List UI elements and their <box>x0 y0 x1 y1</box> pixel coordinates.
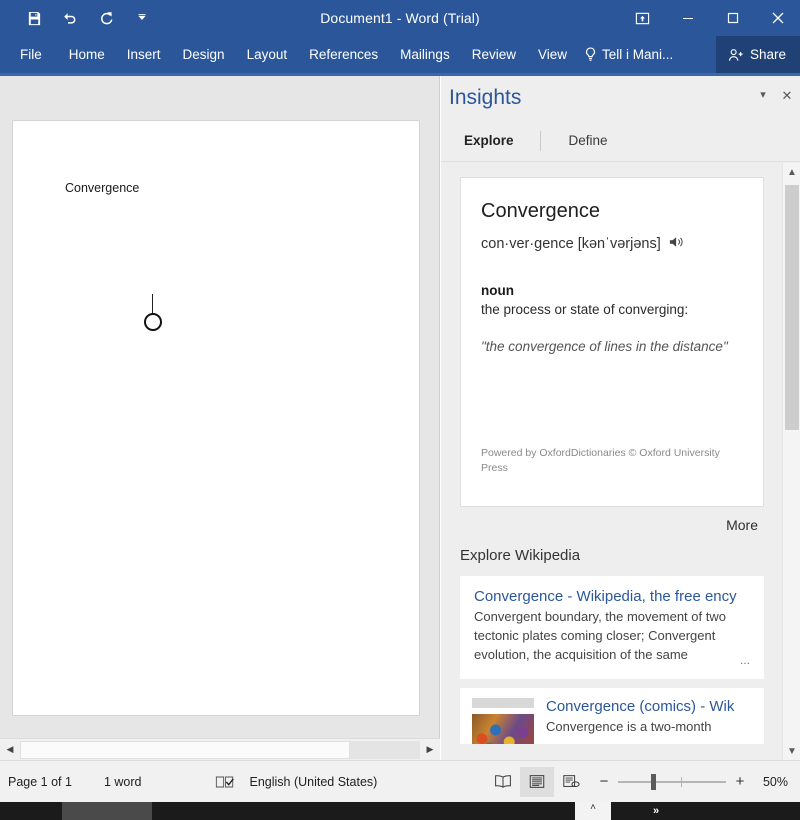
redo-icon[interactable] <box>88 3 124 33</box>
ribbon-tab-bar: File Home Insert Design Layout Reference… <box>0 36 800 73</box>
status-page-count[interactable]: Page 1 of 1 <box>0 775 72 789</box>
definition-pronunciation: con·ver·gence [kənˈvərjəns] <box>481 236 661 252</box>
insights-content: Convergence con·ver·gence [kənˈvərjəns] … <box>441 163 782 760</box>
wikipedia-result-snippet: Convergent boundary, the movement of two… <box>474 609 726 662</box>
zoom-control: − + 50% <box>588 773 800 790</box>
explore-wikipedia-heading: Explore Wikipedia <box>460 547 581 564</box>
scroll-up-icon[interactable]: ▲ <box>783 163 800 181</box>
insights-pane-controls: ▾ ✕ <box>756 88 794 104</box>
tab-layout[interactable]: Layout <box>236 36 299 73</box>
tab-separator <box>539 130 541 151</box>
pane-options-chevron-down-icon[interactable]: ▾ <box>756 88 770 104</box>
text-caret <box>152 294 153 314</box>
read-mode-icon[interactable] <box>486 767 520 797</box>
more-row: More <box>441 507 782 533</box>
wikipedia-thumbnail-image <box>472 713 534 744</box>
print-layout-icon[interactable] <box>520 766 554 797</box>
touch-selection-handle[interactable] <box>144 313 162 331</box>
close-icon[interactable] <box>755 0 800 36</box>
window-controls <box>620 0 800 36</box>
wikipedia-thumbnail-wrap <box>472 697 534 744</box>
tab-explore[interactable]: Explore <box>464 133 540 148</box>
taskbar-segment-mid <box>152 802 572 820</box>
title-bar: Document1 - Word (Trial) <box>0 0 800 36</box>
scroll-left-icon[interactable]: ◀ <box>0 740 20 760</box>
taskbar-active-app[interactable] <box>62 802 181 820</box>
taskbar-expand-button[interactable]: » <box>611 802 800 820</box>
maximize-icon[interactable] <box>710 0 755 36</box>
tell-me-label: Tell i Mani... <box>602 47 674 62</box>
zoom-slider-thumb[interactable] <box>651 773 656 790</box>
zoom-in-button[interactable]: + <box>734 773 746 790</box>
zoom-out-button[interactable]: − <box>598 773 610 790</box>
tell-me-search[interactable]: Tell i Mani... <box>578 36 679 73</box>
tab-references[interactable]: References <box>298 36 389 73</box>
tab-mailings[interactable]: Mailings <box>389 36 461 73</box>
windows-taskbar: ˄ » <box>0 802 800 820</box>
zoom-slider-track[interactable] <box>618 773 726 790</box>
wikipedia-result-1[interactable]: Convergence - Wikipedia, the free ency C… <box>460 576 764 679</box>
thumbnail-placeholder-bar <box>472 697 534 708</box>
insights-title: Insights <box>449 86 522 109</box>
ribbon-display-options-icon[interactable] <box>620 0 665 36</box>
definition-word: Convergence <box>481 200 600 222</box>
definition-card: Convergence con·ver·gence [kənˈvərjəns] … <box>460 177 764 507</box>
more-link[interactable]: More <box>726 517 758 533</box>
wikipedia-result-2-text: Convergence (comics) - Wik Convergence i… <box>546 698 750 734</box>
horizontal-scrollbar[interactable]: ◀ ▶ <box>0 738 440 760</box>
wikipedia-result-title[interactable]: Convergence - Wikipedia, the free ency <box>474 588 750 605</box>
insights-pane: Insights ▾ ✕ Explore Define Convergence … <box>441 76 800 760</box>
insights-pane-header: Insights ▾ ✕ <box>441 76 800 120</box>
show-hidden-icons-chevron-up-icon[interactable]: ˄ <box>575 802 611 820</box>
tab-home[interactable]: Home <box>58 36 116 73</box>
tab-insert[interactable]: Insert <box>116 36 172 73</box>
horizontal-scroll-track[interactable] <box>20 740 420 759</box>
taskbar-segment-left <box>0 802 62 820</box>
zoom-level-label[interactable]: 50% <box>754 775 788 789</box>
document-page[interactable]: Convergence <box>12 120 420 716</box>
customize-qat-icon[interactable] <box>124 3 160 33</box>
scroll-down-icon[interactable]: ▼ <box>783 742 800 760</box>
share-button[interactable]: Share <box>715 36 800 73</box>
share-person-icon <box>728 48 743 61</box>
speaker-icon[interactable] <box>669 235 685 253</box>
zoom-slider-midpoint <box>681 776 682 787</box>
tab-review[interactable]: Review <box>461 36 527 73</box>
wikipedia-result-snippet: Convergence is a two-month <box>546 718 712 734</box>
status-word-count[interactable]: 1 word <box>94 775 142 789</box>
status-bar: Page 1 of 1 1 word English (United State… <box>0 760 800 802</box>
definition-pronunciation-row: con·ver·gence [kənˈvərjəns] <box>481 235 743 253</box>
definition-part-of-speech: noun <box>481 283 514 298</box>
definition-attribution: Powered by OxfordDictionaries © Oxford U… <box>481 446 720 474</box>
web-layout-icon[interactable] <box>554 767 588 797</box>
tab-file[interactable]: File <box>0 36 58 73</box>
minimize-icon[interactable] <box>665 0 710 36</box>
definition-meaning: the process or state of converging: <box>481 302 689 317</box>
pane-close-icon[interactable]: ✕ <box>780 88 794 104</box>
vertical-scroll-thumb[interactable] <box>785 185 799 430</box>
insights-tabs: Explore Define <box>441 120 800 162</box>
undo-icon[interactable] <box>52 3 88 33</box>
save-icon[interactable] <box>16 3 52 33</box>
tab-design[interactable]: Design <box>172 36 236 73</box>
share-label: Share <box>749 47 786 62</box>
wikipedia-result-ellipsis: ... <box>739 652 750 667</box>
horizontal-scroll-thumb[interactable] <box>20 740 350 759</box>
wikipedia-result-2[interactable]: Convergence (comics) - Wik Convergence i… <box>460 687 764 744</box>
word-application-window: Document1 - Word (Trial) File Home Inser… <box>0 0 800 820</box>
scroll-right-icon[interactable]: ▶ <box>420 740 440 760</box>
definition-example: "the convergence of lines in the distanc… <box>481 339 728 354</box>
quick-access-toolbar <box>0 3 160 33</box>
document-area[interactable]: Convergence ◀ ▶ <box>0 76 440 760</box>
tab-define[interactable]: Define <box>569 133 634 148</box>
lightbulb-icon <box>586 47 595 61</box>
wikipedia-result-title[interactable]: Convergence (comics) - Wik <box>546 698 750 715</box>
document-text: Convergence <box>65 181 140 195</box>
insights-vertical-scrollbar[interactable]: ▲ ▼ <box>782 163 800 760</box>
tab-view[interactable]: View <box>527 36 578 73</box>
view-buttons <box>486 766 588 797</box>
proofing-check-icon[interactable] <box>163 774 235 790</box>
status-language[interactable]: English (United States) <box>235 775 377 789</box>
